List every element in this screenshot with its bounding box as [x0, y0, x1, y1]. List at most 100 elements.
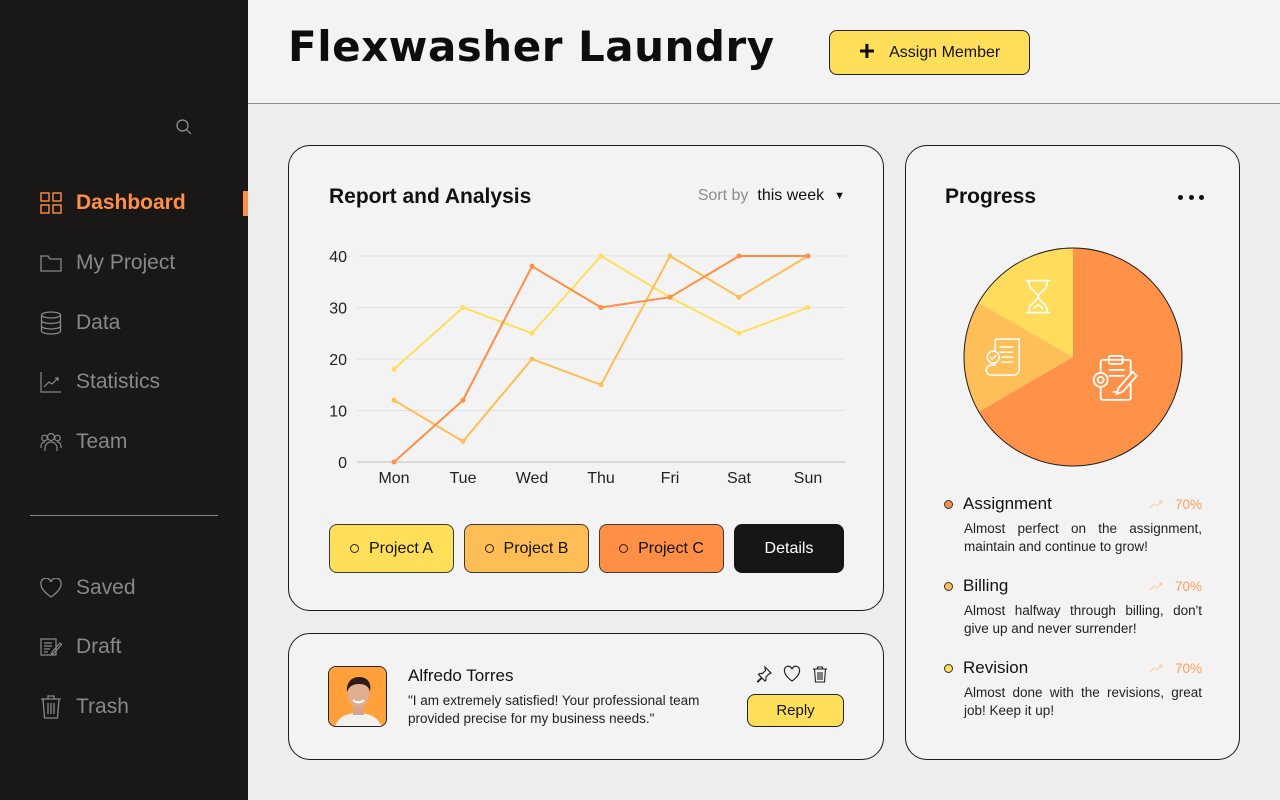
series-line-project-b — [393, 254, 809, 443]
more-horizontal-icon[interactable] — [1178, 188, 1204, 206]
sidebar-item-label: My Project — [76, 251, 176, 274]
active-indicator — [243, 191, 248, 216]
sidebar-item-saved[interactable]: Saved — [40, 573, 136, 603]
data-point — [391, 459, 397, 465]
trash-icon[interactable] — [811, 665, 829, 683]
search-icon[interactable] — [175, 118, 193, 136]
line-chart: 0 10 20 30 40 Mon Tue Wed Thu Fri Sat Sun — [329, 249, 845, 487]
assign-member-label: Assign Member — [889, 43, 1001, 61]
x-tick-label: Sun — [794, 470, 822, 487]
team-icon — [40, 431, 62, 453]
status-dot — [944, 663, 953, 673]
y-tick-label: 20 — [329, 352, 347, 369]
project-b-button[interactable]: Project B — [464, 524, 589, 573]
x-tick-label: Fri — [661, 470, 680, 487]
progress-item-percent: 70% — [1174, 496, 1202, 512]
y-tick-label: 10 — [329, 404, 347, 421]
sidebar-item-label: Trash — [76, 695, 129, 718]
trend-up-icon — [1149, 500, 1163, 509]
chart-line-icon — [40, 371, 62, 393]
sidebar-item-team[interactable]: Team — [40, 427, 127, 457]
data-point — [736, 294, 742, 300]
assign-member-button[interactable]: + Assign Member — [829, 30, 1030, 75]
heart-icon — [40, 577, 62, 599]
sidebar: Dashboard My Project Data Statistics Tea… — [0, 0, 248, 800]
progress-item-name: Assignment — [963, 494, 1052, 513]
data-point — [391, 397, 397, 403]
header: Flexwasher Laundry + Assign Member — [248, 0, 1280, 104]
sidebar-item-trash[interactable]: Trash — [40, 692, 129, 722]
circle-icon — [484, 544, 494, 553]
x-tick-label: Mon — [378, 470, 409, 487]
data-point — [736, 330, 742, 336]
y-tick-label: 40 — [329, 249, 347, 266]
details-button[interactable]: Details — [734, 524, 844, 573]
project-c-button[interactable]: Project C — [599, 524, 724, 573]
x-tick-label: Sat — [727, 470, 752, 487]
plus-icon: + — [858, 35, 876, 66]
x-tick-label: Tue — [450, 470, 477, 487]
reply-button[interactable]: Reply — [747, 694, 844, 727]
data-point — [736, 253, 742, 259]
sidebar-item-label: Draft — [76, 635, 122, 658]
heart-icon[interactable] — [783, 665, 801, 683]
trash-icon — [40, 695, 62, 719]
report-card: Report and Analysis Sort by this week ▼ … — [288, 145, 884, 611]
pin-icon[interactable] — [755, 665, 773, 683]
data-point — [598, 253, 604, 259]
sidebar-item-label: Statistics — [76, 370, 161, 393]
progress-item-description: Almost halfway through billing, don't gi… — [964, 603, 1202, 636]
sidebar-item-label: Team — [76, 430, 128, 453]
data-point — [805, 253, 811, 259]
review-card: Alfredo Torres "I am extremely satisfied… — [288, 633, 884, 760]
data-point — [667, 294, 673, 300]
status-dot — [944, 581, 953, 591]
trend-up-icon — [1149, 582, 1163, 591]
sidebar-item-dashboard[interactable]: Dashboard — [40, 188, 186, 218]
y-tick-label: 0 — [338, 455, 347, 472]
database-icon — [40, 311, 62, 335]
data-point — [598, 382, 604, 388]
y-tick-label: 30 — [329, 301, 347, 318]
grid-icon — [40, 192, 62, 214]
project-a-button[interactable]: Project A — [329, 524, 454, 573]
data-point — [598, 305, 604, 310]
sidebar-item-label: Saved — [76, 576, 136, 599]
progress-card: Progress Assignment 70% Almost perfect o… — [905, 145, 1240, 760]
progress-item-assignment: Assignment 70% Almost perfect on the ass… — [944, 494, 1202, 556]
progress-item-percent: 70% — [1174, 660, 1202, 676]
circle-icon — [349, 544, 359, 553]
data-point — [529, 263, 535, 269]
folder-icon — [40, 252, 62, 274]
progress-item-revision: Revision 70% Almost done with the revisi… — [944, 658, 1202, 720]
status-dot — [944, 499, 953, 509]
project-c-label: Project C — [638, 539, 704, 557]
data-point — [529, 356, 535, 362]
data-point — [529, 330, 535, 336]
review-text: "I am extremely satisfied! Your professi… — [408, 693, 700, 726]
circle-icon — [619, 544, 629, 553]
sidebar-item-label: Dashboard — [76, 191, 186, 214]
project-b-label: Project B — [503, 539, 569, 557]
avatar — [328, 666, 387, 727]
data-point — [667, 253, 673, 259]
sidebar-item-label: Data — [76, 311, 121, 334]
sidebar-item-statistics[interactable]: Statistics — [40, 367, 160, 397]
trend-up-icon — [1149, 664, 1163, 673]
sidebar-divider — [30, 515, 218, 516]
progress-item-name: Billing — [963, 576, 1009, 595]
x-tick-label: Wed — [516, 470, 549, 487]
reviewer-name: Alfredo Torres — [408, 666, 514, 685]
draft-icon — [40, 636, 62, 658]
project-a-label: Project A — [368, 539, 434, 557]
sidebar-item-my-project[interactable]: My Project — [40, 248, 175, 278]
sidebar-item-draft[interactable]: Draft — [40, 632, 122, 662]
data-point — [460, 397, 466, 403]
sidebar-item-data[interactable]: Data — [40, 308, 120, 338]
x-tick-label: Thu — [587, 470, 615, 487]
progress-item-name: Revision — [963, 658, 1029, 677]
data-point — [460, 305, 466, 310]
pie-chart — [963, 247, 1183, 467]
progress-item-description: Almost perfect on the assignment, mainta… — [964, 521, 1202, 554]
progress-title: Progress — [945, 185, 1037, 208]
